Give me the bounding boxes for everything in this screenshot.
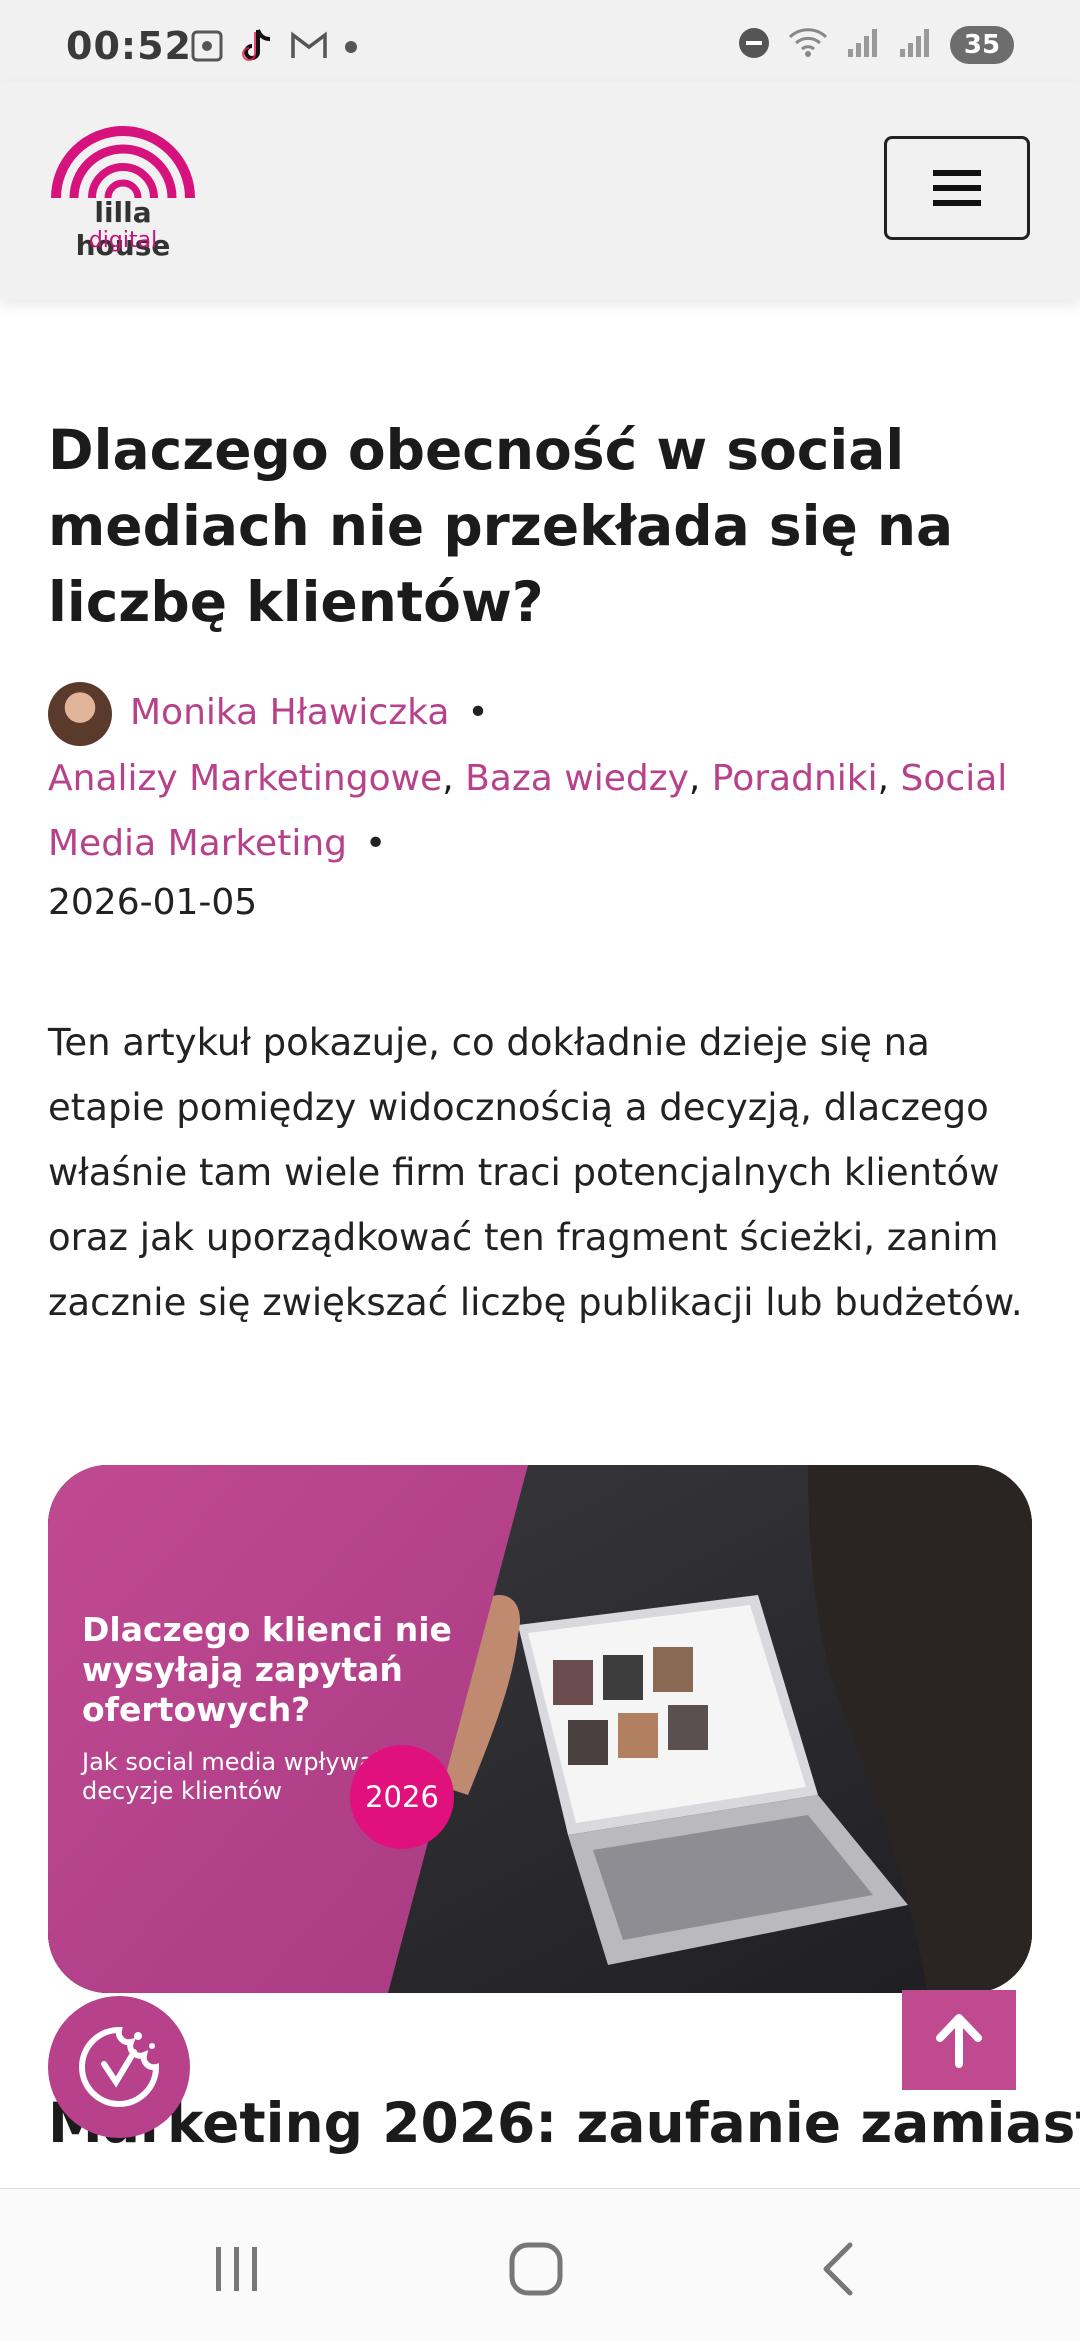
notification-dot-icon <box>344 39 358 58</box>
screenshot-icon <box>190 29 224 67</box>
menu-button[interactable] <box>884 136 1030 240</box>
category-link[interactable]: Baza wiedzy <box>465 758 689 799</box>
logo-subname: digital <box>88 228 158 253</box>
status-bar: 00:52 35 <box>0 0 1080 82</box>
author-avatar[interactable] <box>48 682 112 746</box>
cookie-settings-button[interactable] <box>48 1996 190 2138</box>
hero-image: Dlaczego klienci nie wysyłają zapytań of… <box>48 1465 1032 1993</box>
hero-heading: Dlaczego klienci nie wysyłają zapytań of… <box>82 1610 452 1729</box>
system-nav-bar <box>0 2188 1080 2341</box>
scroll-to-top-button[interactable] <box>902 1990 1016 2090</box>
separator-dot: • <box>365 823 387 864</box>
gmail-icon <box>290 31 328 65</box>
comma: , <box>442 758 466 799</box>
signal-icon <box>846 27 880 63</box>
cookie-icon <box>79 2026 160 2107</box>
article-date: 2026-01-05 <box>48 882 258 923</box>
comma: , <box>877 758 901 799</box>
category-link[interactable]: Poradniki <box>712 758 878 799</box>
article-intro: Ten artykuł pokazuje, co dokładnie dziej… <box>48 1021 1023 1324</box>
article-title: Dlaczego obecność w social mediach nie p… <box>48 418 954 634</box>
arrow-up-icon <box>936 2014 982 2068</box>
logo-arcs-icon <box>51 126 195 199</box>
do-not-disturb-icon <box>738 27 770 63</box>
author-link[interactable]: Monika Hławiczka <box>130 692 449 733</box>
signal-icon-2 <box>898 27 932 63</box>
home-button[interactable] <box>496 2229 576 2309</box>
article-meta: Monika Hławiczka • Analizy Marketingowe, … <box>48 680 1038 876</box>
home-icon <box>509 2242 563 2296</box>
hamburger-icon <box>933 170 981 206</box>
status-right-icons: 35 <box>738 26 1014 64</box>
category-link[interactable]: Analizy Marketingowe <box>48 758 442 799</box>
status-time: 00:52 <box>66 24 192 68</box>
battery-indicator: 35 <box>950 26 1014 64</box>
back-icon <box>823 2242 853 2296</box>
tiktok-icon <box>240 28 274 68</box>
wifi-icon <box>788 27 828 63</box>
next-section-title: Marketing 2026: zaufanie zamiast <box>48 2091 1080 2155</box>
recent-apps-icon <box>216 2247 257 2291</box>
site-logo[interactable]: lilla house digital <box>48 126 198 266</box>
recent-apps-button[interactable] <box>196 2229 276 2309</box>
hero-year-badge: 2026 <box>350 1745 454 1849</box>
back-button[interactable] <box>800 2229 880 2309</box>
comma: , <box>688 758 712 799</box>
site-header: lilla house digital <box>0 82 1080 300</box>
status-left-icons <box>190 28 358 68</box>
separator-dot: • <box>467 692 489 733</box>
